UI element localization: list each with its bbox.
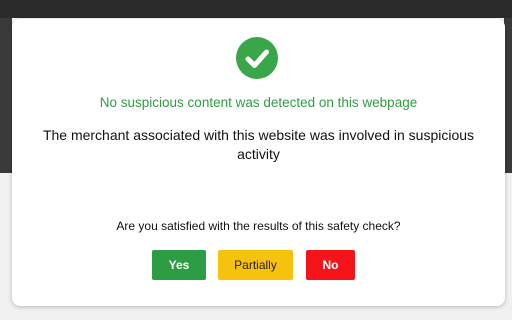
yes-button[interactable]: Yes [152, 250, 206, 280]
background-window-left [0, 18, 12, 173]
merchant-warning: The merchant associated with this websit… [42, 127, 475, 162]
background-window-right [504, 18, 512, 173]
status-message: No suspicious content was detected on th… [99, 95, 418, 110]
background-window [0, 0, 512, 18]
safety-check-dialog: No suspicious content was detected on th… [12, 19, 505, 306]
no-button[interactable]: No [306, 250, 355, 280]
partially-button[interactable]: Partially [218, 250, 293, 280]
feedback-question: Are you satisfied with the results of th… [116, 219, 401, 233]
check-circle-icon [236, 37, 278, 79]
